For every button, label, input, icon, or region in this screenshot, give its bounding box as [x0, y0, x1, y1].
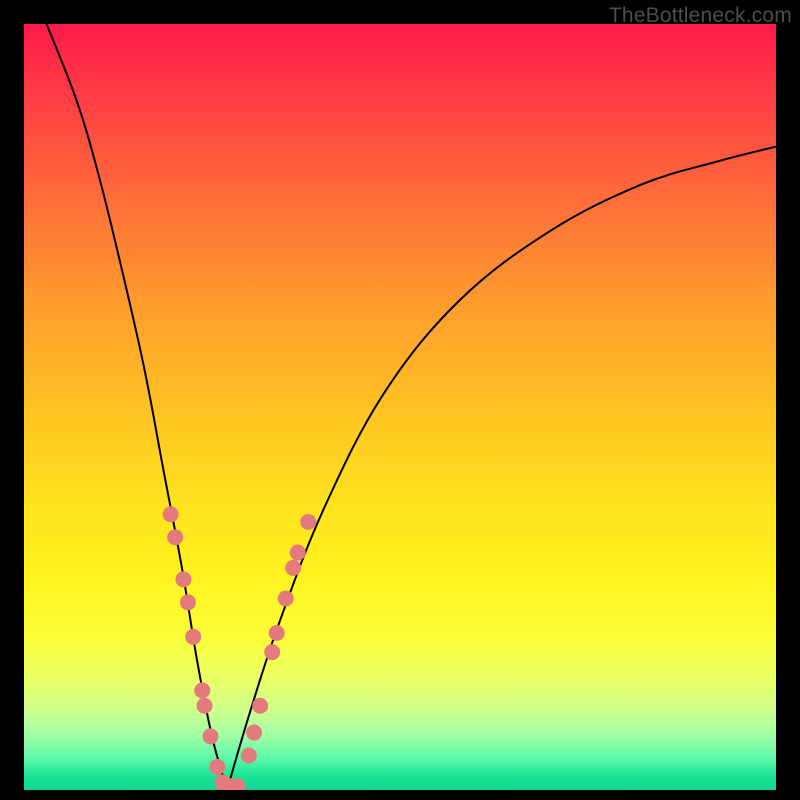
data-marker	[269, 625, 285, 641]
curve-group	[47, 24, 776, 790]
data-marker	[290, 545, 306, 561]
data-marker	[241, 748, 257, 764]
data-marker	[196, 698, 212, 714]
data-marker	[175, 571, 191, 587]
curve-right-branch	[227, 147, 776, 790]
watermark-text: TheBottleneck.com	[609, 4, 792, 28]
chart-frame	[24, 24, 776, 790]
data-marker	[285, 560, 301, 576]
data-marker	[209, 759, 225, 775]
data-marker	[194, 682, 210, 698]
data-marker	[252, 698, 268, 714]
data-marker	[163, 506, 179, 522]
data-marker	[185, 629, 201, 645]
data-marker	[246, 725, 262, 741]
curve-left-branch	[47, 24, 227, 790]
data-marker	[202, 728, 218, 744]
data-marker	[180, 594, 196, 610]
data-marker	[264, 644, 280, 660]
data-marker	[300, 514, 316, 530]
data-marker	[167, 529, 183, 545]
chart-svg	[24, 24, 776, 790]
data-marker	[278, 591, 294, 607]
